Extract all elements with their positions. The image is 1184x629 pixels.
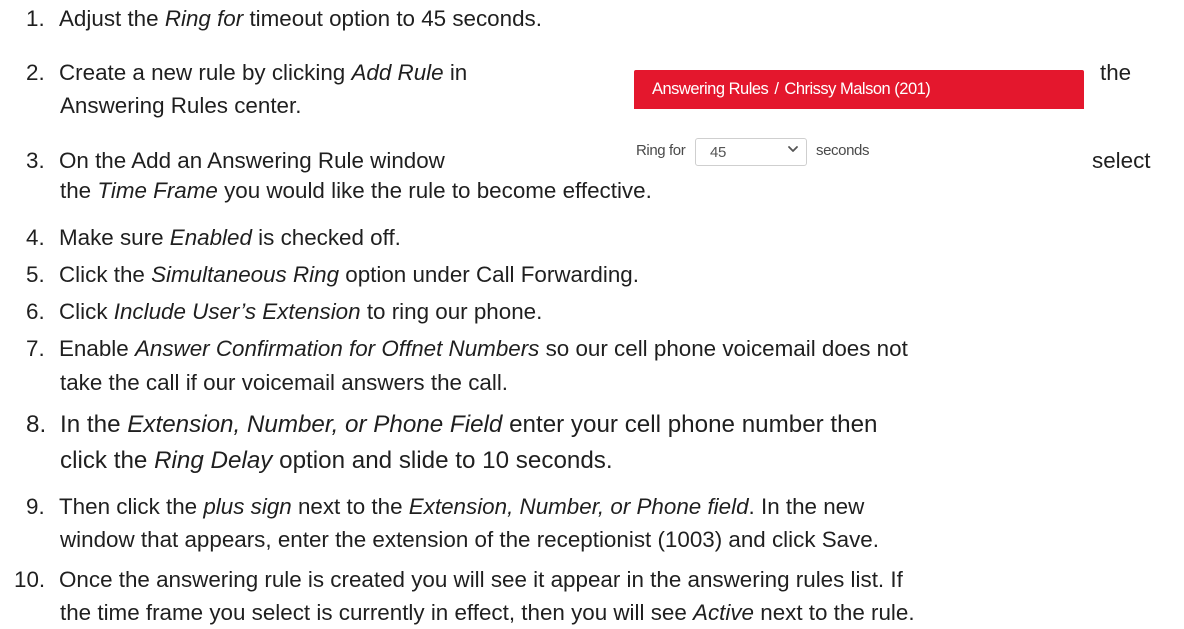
step-number: 2. [26, 60, 45, 85]
step-text: On the Add an Answering Rule window [59, 148, 445, 173]
step-number: 8. [26, 411, 47, 438]
step-number: 4. [26, 225, 45, 250]
step-text: Adjust the Ring for timeout option to 45… [59, 6, 542, 31]
header-title[interactable]: Answering Rules [652, 80, 769, 98]
step-text: Once the answering rule is created you w… [59, 567, 903, 592]
step-text: In the Extension, Number, or Phone Field… [60, 411, 878, 438]
step-number: 6. [26, 299, 45, 324]
step-number: 1. [26, 6, 45, 31]
step-text: Create a new rule by clicking Add Rule i… [59, 60, 468, 85]
step-text: Enable Answer Confirmation for Offnet Nu… [59, 336, 908, 361]
step-10-line-2: the time frame you select is currently i… [60, 600, 915, 625]
step-9-line-2: window that appears, enter the extension… [60, 527, 879, 552]
ring-for-select[interactable]: 45 [695, 138, 807, 166]
step-number: 7. [26, 336, 45, 361]
chevron-down-icon [788, 146, 798, 152]
step-number: 9. [26, 494, 45, 519]
step-2-line-2: Answering Rules center. [60, 93, 302, 118]
step-text: Then click the plus sign next to the Ext… [59, 494, 865, 519]
step-3-line-2: the Time Frame you would like the rule t… [60, 178, 652, 203]
header-user: Chrissy Malson (201) [784, 80, 931, 98]
step-text: Click the Simultaneous Ring option under… [59, 262, 639, 287]
step-number: 3. [26, 148, 45, 173]
step-8-line-2: click the Ring Delay option and slide to… [60, 447, 613, 474]
breadcrumb-separator: / [774, 80, 779, 98]
step-number: 5. [26, 262, 45, 287]
ring-for-value: 45 [710, 144, 726, 161]
ring-for-label: Ring for [636, 142, 686, 159]
step-number: 10. [14, 567, 46, 592]
step-text: Click Include User’s Extension to ring o… [59, 299, 543, 324]
ring-for-unit: seconds [816, 142, 870, 159]
step-text: Make sure Enabled is checked off. [59, 225, 401, 250]
answering-rules-header: Answering Rules / Chrissy Malson (201) [634, 70, 1084, 109]
step-7-line-2: take the call if our voicemail answers t… [60, 370, 509, 395]
